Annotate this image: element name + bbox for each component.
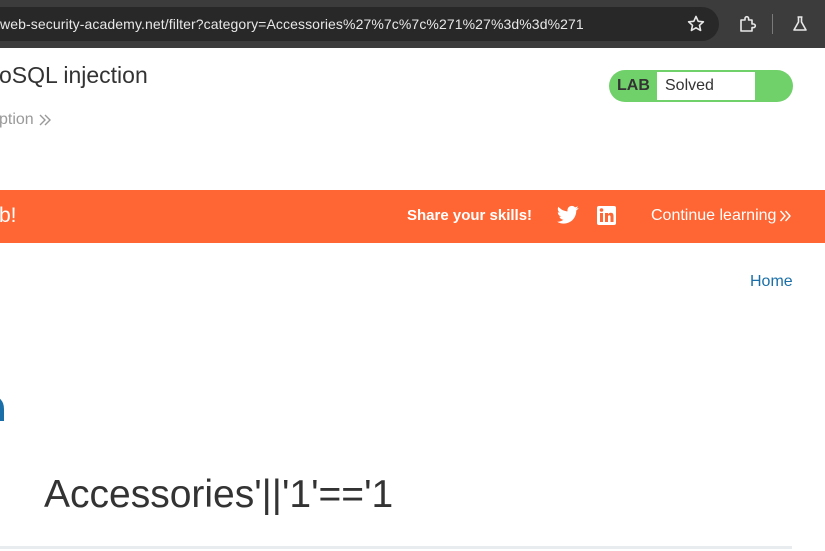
shop-logo-fragment bbox=[0, 398, 4, 421]
toolbar-separator bbox=[772, 14, 773, 34]
lab-status-badge: LAB Solved bbox=[609, 70, 793, 102]
browser-toolbar: web-security-academy.net/filter?category… bbox=[0, 0, 825, 48]
back-to-lab-description-link[interactable]: ption bbox=[0, 111, 52, 129]
back-link-label: ption bbox=[0, 111, 34, 128]
star-icon[interactable] bbox=[686, 14, 706, 34]
extensions-icon[interactable] bbox=[737, 14, 757, 34]
lab-badge-label: LAB bbox=[617, 77, 650, 94]
double-chevron-right-icon bbox=[780, 210, 792, 222]
address-bar-url[interactable]: web-security-academy.net/filter?category… bbox=[0, 16, 584, 32]
twitter-icon[interactable] bbox=[557, 205, 579, 225]
banner-message: b! bbox=[0, 204, 17, 227]
continue-learning-link[interactable]: Continue learning bbox=[651, 207, 792, 225]
lab-status-text: Solved bbox=[657, 72, 755, 100]
linkedin-icon[interactable] bbox=[597, 206, 616, 225]
double-chevron-right-icon bbox=[39, 114, 51, 126]
lab-title: oSQL injection bbox=[0, 62, 148, 88]
labs-flask-icon[interactable] bbox=[790, 14, 810, 34]
content-divider bbox=[0, 546, 792, 549]
category-heading: Accessories'||'1'=='1 bbox=[44, 473, 394, 516]
share-skills-label: Share your skills! bbox=[407, 207, 533, 224]
home-link[interactable]: Home bbox=[750, 273, 793, 291]
continue-learning-label: Continue learning bbox=[651, 207, 777, 224]
